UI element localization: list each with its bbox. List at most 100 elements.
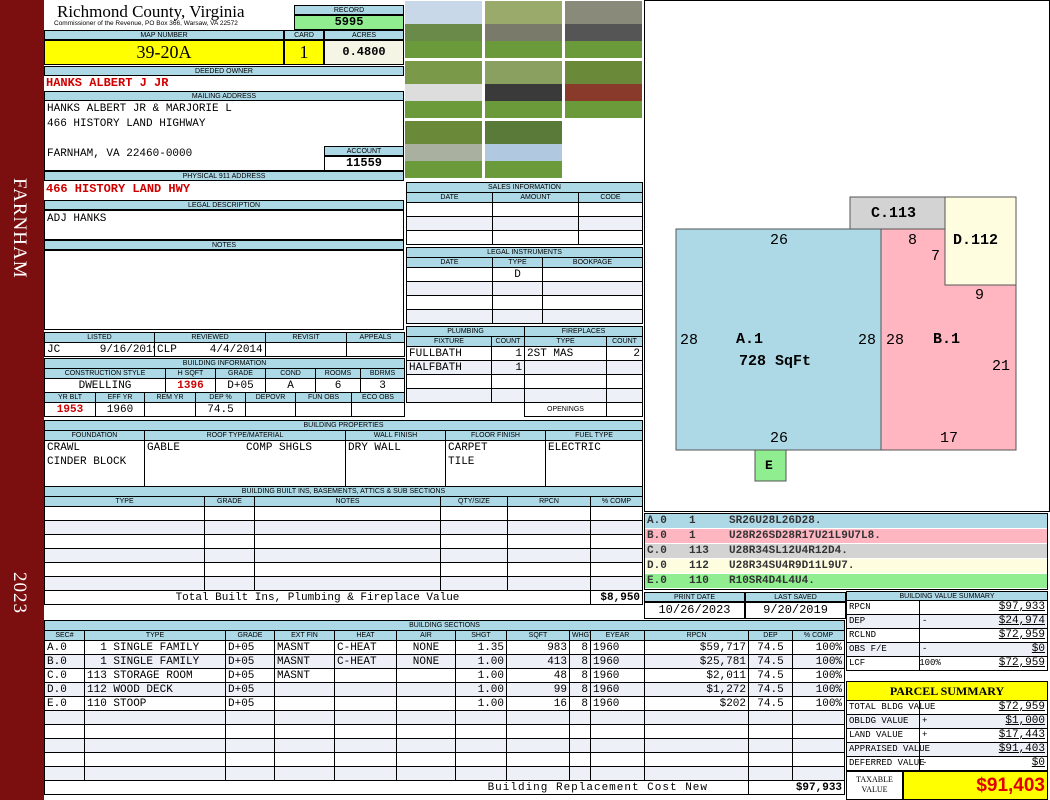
property-photo[interactable] bbox=[404, 0, 483, 59]
owner-value: HANKS ALBERT J JR bbox=[46, 76, 169, 90]
openings-label: OPENINGS bbox=[524, 402, 607, 417]
summary-row: APPRAISED VALUE $91,403 bbox=[846, 743, 1048, 757]
summary-row: TOTAL BLDG VALUE $72,959 bbox=[846, 701, 1048, 715]
header-row: CONSTRUCTION STYLE H SQFT GRADE COND ROOMS BD… bbox=[44, 368, 406, 379]
table-row bbox=[406, 402, 525, 417]
plumbing-table: PLUMBING FIXTURE COUNT FULLBATH 1 HALFBATH 1 bbox=[406, 326, 525, 417]
table-cell bbox=[334, 668, 397, 683]
table-cell: DRY WALL bbox=[345, 440, 446, 455]
property-photo[interactable] bbox=[404, 120, 483, 179]
column-header: CONSTRUCTION STYLE bbox=[44, 368, 166, 379]
property-photo[interactable] bbox=[404, 60, 483, 119]
column-header: SHGT bbox=[455, 630, 507, 641]
property-photo[interactable] bbox=[564, 60, 643, 119]
table-cell bbox=[225, 710, 275, 725]
table-cell: NONE bbox=[396, 640, 456, 655]
taxable-label: TAXABLE VALUE bbox=[846, 771, 903, 800]
table-cell: 48 bbox=[506, 668, 570, 683]
table-cell: GABLE COMP SHGLS bbox=[144, 440, 346, 455]
column-header: DATE bbox=[406, 192, 493, 203]
section-e-label: E bbox=[765, 458, 773, 473]
dim-b-left: 28 bbox=[886, 332, 905, 349]
table-cell bbox=[440, 548, 508, 563]
table-cell bbox=[274, 696, 335, 711]
table-cell bbox=[644, 766, 749, 781]
column-header: ECO OBS bbox=[351, 392, 405, 403]
section-a-area: 728 SqFt bbox=[739, 353, 812, 370]
table-cell: 74.5 bbox=[748, 696, 793, 711]
table-cell: 100% bbox=[791, 640, 846, 655]
taxable-value: $91,403 bbox=[903, 771, 1048, 800]
table-cell bbox=[346, 342, 405, 357]
table-cell bbox=[440, 520, 508, 535]
dim-a-top: 26 bbox=[770, 232, 789, 249]
column-header: REM YR bbox=[144, 392, 196, 403]
table-cell bbox=[605, 374, 644, 389]
replacement-cost-label: Building Replacement Cost New bbox=[44, 780, 749, 795]
summary-sign: + bbox=[922, 730, 928, 740]
column-header: GRADE bbox=[215, 368, 266, 379]
table-cell bbox=[44, 752, 85, 767]
table-cell bbox=[204, 562, 255, 577]
value-summary: RPCN $97,933 DEP - $24,974 RCLND $72,959 OBS F/… bbox=[846, 601, 1048, 671]
legal-description-label: LEGAL DESCRIPTION bbox=[44, 200, 404, 210]
section-title: PLUMBING bbox=[406, 326, 525, 337]
sketch-legend: A.0 1 SR26U28L26D28. B.0 1 U28R26SD28R17U21L9… bbox=[644, 513, 1048, 590]
section-title: BUILDING PROPERTIES bbox=[43, 420, 644, 431]
table-cell: CLP 4/4/2014 bbox=[154, 342, 266, 357]
table-cell bbox=[492, 309, 543, 324]
property-photo[interactable] bbox=[564, 0, 643, 59]
table-cell: D+05 bbox=[215, 378, 266, 393]
table-cell bbox=[351, 402, 405, 417]
table-cell: 1.00 bbox=[455, 668, 507, 683]
table-cell: E.0 bbox=[44, 696, 85, 711]
section-title: LEGAL INSTRUMENTS bbox=[405, 247, 644, 258]
building-properties-table: BUILDING PROPERTIES FOUNDATION ROOF TYPE/M… bbox=[43, 420, 644, 487]
table-cell bbox=[506, 724, 570, 739]
property-photo[interactable] bbox=[484, 120, 563, 179]
table-cell: NONE bbox=[396, 654, 456, 669]
section-title: BUILDING INFORMATION bbox=[43, 358, 406, 369]
table-row bbox=[44, 534, 644, 549]
header-row: DATE TYPE BOOKPAGE bbox=[406, 257, 644, 268]
summary-value: $17,443 bbox=[998, 729, 1045, 741]
summary-label: OBS F/E bbox=[847, 643, 920, 656]
table-cell bbox=[589, 534, 644, 549]
table-cell bbox=[507, 534, 591, 549]
column-header: H SQFT bbox=[165, 368, 216, 379]
summary-value: $24,974 bbox=[998, 615, 1045, 627]
table-cell bbox=[644, 724, 749, 739]
table-cell bbox=[791, 710, 846, 725]
notes-box[interactable] bbox=[44, 250, 404, 330]
summary-label: RPCN bbox=[847, 601, 920, 614]
summary-value: $97,933 bbox=[998, 601, 1045, 613]
column-header: LISTED bbox=[44, 332, 155, 343]
summary-sign bbox=[920, 601, 934, 614]
table-cell bbox=[644, 710, 749, 725]
table-row: D bbox=[406, 267, 644, 282]
built-ins-total-row: Total Built Ins, Plumbing & Fireplace Va… bbox=[44, 590, 644, 605]
summary-value: $1,000 bbox=[1005, 715, 1045, 727]
dim-b-bottom: 17 bbox=[940, 430, 959, 447]
table-cell bbox=[506, 710, 570, 725]
summary-label: TOTAL BLDG VALUE bbox=[849, 701, 936, 714]
section-d-label: D.112 bbox=[953, 232, 999, 249]
summary-label: DEP bbox=[847, 615, 920, 628]
property-photo[interactable] bbox=[484, 60, 563, 119]
table-cell bbox=[334, 766, 397, 781]
legend-sec: E.0 bbox=[647, 575, 667, 587]
table-cell bbox=[225, 766, 275, 781]
column-header: DEPOVR bbox=[245, 392, 296, 403]
table-cell bbox=[791, 752, 846, 767]
table-cell bbox=[507, 506, 591, 521]
table-cell bbox=[334, 710, 397, 725]
column-header: TYPE bbox=[524, 336, 607, 347]
table-cell bbox=[791, 766, 846, 781]
table-row: OPENINGS bbox=[524, 402, 644, 417]
value-summary-title: BUILDING VALUE SUMMARY bbox=[846, 591, 1048, 601]
section-c-label: C.113 bbox=[871, 205, 917, 222]
table-cell bbox=[589, 506, 644, 521]
property-photo[interactable] bbox=[484, 0, 563, 59]
summary-value: $72,959 bbox=[998, 657, 1045, 669]
legend-sec: B.0 bbox=[647, 530, 667, 542]
